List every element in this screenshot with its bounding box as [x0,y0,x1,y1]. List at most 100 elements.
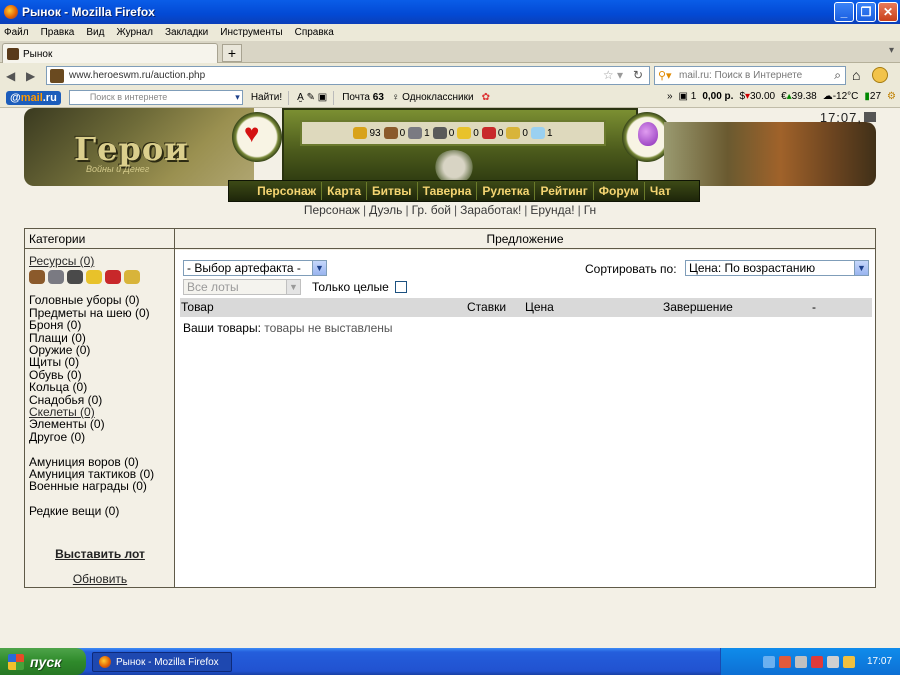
lots-select[interactable]: Все лоты ▼ [183,279,301,295]
menu-roulette[interactable]: Рулетка [477,182,536,200]
mail-button[interactable]: Почта 63 [342,92,384,103]
site-identity-icon[interactable] [50,69,64,83]
wood-icon[interactable] [29,270,45,285]
menu-character[interactable]: Персонаж [252,182,323,200]
mercury-icon[interactable] [67,270,83,285]
bookmark-star-icon[interactable]: ☆ ▾ [603,68,623,82]
messenger-icon[interactable] [843,655,855,668]
forward-arrow-icon[interactable]: ▶ [26,69,35,83]
sublink-nonsense[interactable]: Ерунда! [530,203,574,217]
menu-chat[interactable]: Чат [645,182,676,200]
online-icon[interactable] [864,112,876,122]
search-input[interactable]: ⚲▾ mail.ru: Поиск в Интернете ⌕ [654,66,846,85]
sublink-group-battle[interactable]: Гр. бой [412,203,451,217]
sublink-gn[interactable]: Гн [584,203,596,217]
category-military-awards[interactable]: Военные награды (0) [29,480,170,493]
more-chevron-icon[interactable]: » [667,91,673,102]
sublink-character[interactable]: Персонаж [304,203,360,217]
settings-gear-icon[interactable]: ⚙ [887,91,896,102]
menu-help[interactable]: Справка [295,27,334,38]
menu-bookmarks[interactable]: Закладки [165,27,208,38]
sort-select[interactable]: Цена: По возрастанию ▼ [685,260,869,276]
category-shields[interactable]: Щиты (0) [29,356,170,369]
system-tray: 17:07 [720,648,900,675]
menu-tools[interactable]: Инструменты [220,27,282,38]
usd-rate[interactable]: $▾30.00 [739,91,775,102]
menu-battles[interactable]: Битвы [367,182,418,200]
url-bar[interactable]: www.heroeswm.ru/auction.php ☆ ▾ ↻ [46,66,650,85]
menu-forum[interactable]: Форум [594,182,645,200]
chevron-down-icon[interactable]: ▼ [312,261,326,275]
gems-icon [506,127,521,139]
ore-icon[interactable] [48,270,64,285]
traffic-indicator[interactable]: ▮27 [864,91,881,102]
tray-clock: 17:07 [867,656,893,667]
start-button[interactable]: пуск [0,648,86,675]
category-rings[interactable]: Кольца (0) [29,381,170,394]
games-icon[interactable]: ✿ [482,92,490,103]
chevron-down-icon[interactable]: ▼ [286,280,300,294]
artifact-select[interactable]: - Выбор артефакта - ▼ [183,260,327,276]
chevron-down-icon[interactable]: ▼ [854,261,868,275]
taskbar: пуск Рынок - Mozilla Firefox EN 17:07 [0,648,900,675]
column-end[interactable]: Завершение [663,298,733,317]
column-bids[interactable]: Ставки [467,298,506,317]
antivirus-icon[interactable] [779,655,791,668]
column-item[interactable]: Товар [181,298,214,317]
put-lot-link[interactable]: Выставить лот [55,547,145,561]
font-size-icon[interactable]: A͍ ✎ ▣ [297,92,327,103]
category-other[interactable]: Другое (0) [29,430,170,443]
category-resources[interactable]: Ресурсы (0) [29,254,94,268]
tab-list-button[interactable]: ▾ [889,45,894,56]
only-whole-checkbox[interactable] [394,281,407,293]
reload-icon[interactable]: ↻ [633,68,643,82]
taskbar-item-firefox[interactable]: Рынок - Mozilla Firefox [92,652,232,672]
column-price[interactable]: Цена [525,298,554,317]
category-headwear[interactable]: Головные уборы (0) [29,294,170,307]
crystal-icon[interactable] [105,270,121,285]
sulfur-icon[interactable] [86,270,102,285]
odnoklassniki-button[interactable]: ♀ Одноклассники [392,92,474,103]
find-button[interactable]: Найти! [251,92,282,103]
mailru-search-input[interactable]: Поиск в интернете [68,90,243,105]
money-indicator[interactable]: 0,00 р. [702,91,733,102]
security-shield-icon[interactable] [811,655,823,668]
menu-map[interactable]: Карта [322,182,368,200]
sublink-duel[interactable]: Дуэль [369,203,402,217]
sublink-divider: | [524,203,528,217]
new-tab-button[interactable]: + [222,44,242,62]
category-elements[interactable]: Элементы (0) [29,418,170,431]
search-icon[interactable]: ⌕ [834,68,841,83]
game-logo[interactable]: Герои [74,130,189,168]
tab-market[interactable]: Рынок [2,43,218,64]
game-banner: Герои Войны и Денег ♥ 93 0 1 0 0 0 0 1 1… [24,108,876,202]
smiley-icon[interactable] [872,67,888,83]
menu-tavern[interactable]: Таверна [418,182,478,200]
minimize-button[interactable]: _ [834,2,854,22]
search-engine-icon[interactable]: ⚲▾ [658,69,672,82]
menu-edit[interactable]: Правка [41,27,75,38]
mailru-logo[interactable]: @mail.ru [6,90,61,105]
close-button[interactable]: ✕ [878,2,898,22]
window-titlebar: Рынок - Mozilla Firefox _ ❐ ✕ [0,0,900,24]
crystal-icon [481,127,496,139]
refresh-link[interactable]: Обновить [73,572,127,586]
maximize-button[interactable]: ❐ [856,2,876,22]
weather-indicator[interactable]: ☁-12°C [823,91,859,102]
home-icon[interactable]: ⌂ [852,67,860,83]
menu-view[interactable]: Вид [86,27,104,38]
category-armor[interactable]: Броня (0) [29,319,170,332]
sublink-earnings[interactable]: Заработак! [460,203,521,217]
notification-badge[interactable]: ▣ 1 [679,91,697,102]
menu-history[interactable]: Журнал [116,27,153,38]
gems-icon[interactable] [124,270,140,285]
network-icon[interactable] [763,655,775,668]
menu-file[interactable]: Файл [4,27,29,38]
volume-icon[interactable] [827,655,839,668]
tray-app-icon[interactable] [795,655,807,668]
back-arrow-icon[interactable]: ◀ [6,69,15,83]
category-rare-items[interactable]: Редкие вещи (0) [29,505,170,518]
resource-ore: 1 [408,127,430,139]
menu-rating[interactable]: Рейтинг [535,182,594,200]
eur-rate[interactable]: €▴39.38 [781,91,817,102]
